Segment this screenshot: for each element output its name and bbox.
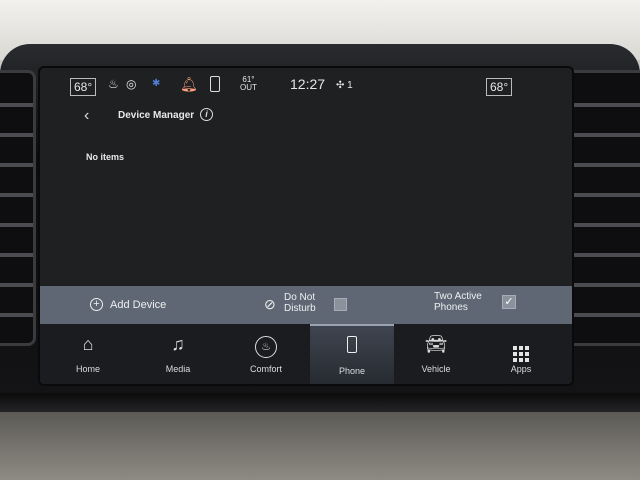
page-header: ‹ Device Manager i — [40, 104, 572, 130]
clock[interactable]: 12:27 — [290, 76, 325, 92]
plus-circle-icon: + — [90, 298, 103, 311]
car-icon: 🚘︎ — [424, 334, 448, 354]
phone-icon — [310, 336, 394, 358]
home-icon: ⌂ — [82, 334, 94, 354]
nav-phone-label: Phone — [338, 366, 366, 376]
back-arrow-icon[interactable]: ‹ — [84, 107, 89, 125]
apps-grid-icon — [485, 334, 557, 362]
infotainment-screen: 68° ♨ ◎ ✱ 🔔︎ 61° OUT 12:27 ✣ 1 68° ‹ Dev… — [38, 66, 574, 386]
do-not-disturb-toggle[interactable]: ⊘ Do Not Disturb — [262, 286, 412, 324]
do-not-disturb-checkbox[interactable] — [334, 298, 347, 311]
bottom-nav: ⌂ Home ♫ Media ♨ Comfort Phone 🚘︎ Vehicl… — [40, 324, 572, 384]
add-device-label: Add Device — [110, 299, 167, 311]
music-note-icon: ♫ — [171, 334, 185, 354]
info-icon[interactable]: i — [200, 108, 213, 121]
fan-speed-indicator[interactable]: ✣ 1 — [336, 80, 353, 91]
nav-media[interactable]: ♫ Media — [142, 324, 214, 384]
outside-temp-label: OUT — [240, 83, 257, 92]
right-air-vent — [566, 70, 640, 346]
nav-phone[interactable]: Phone — [310, 324, 394, 384]
empty-list-message: No items — [86, 152, 125, 162]
heated-seat-icon[interactable]: ♨ — [108, 77, 119, 91]
heated-wheel-icon[interactable]: ◎ — [126, 77, 136, 91]
nav-comfort-label: Comfort — [249, 364, 282, 374]
phone-status-icon — [210, 76, 220, 92]
bluetooth-icon: ✱ — [152, 78, 161, 89]
do-not-disturb-label: Do Not Disturb — [284, 292, 316, 314]
nav-comfort[interactable]: ♨ Comfort — [230, 324, 302, 384]
nav-apps-label: Apps — [510, 364, 532, 374]
passenger-temp[interactable]: 68° — [486, 78, 513, 96]
two-active-phones-toggle[interactable]: Two Active Phones ✓ — [432, 286, 562, 324]
do-not-disturb-icon: ⊘ — [264, 296, 276, 312]
nav-media-label: Media — [165, 364, 191, 374]
left-air-vent — [0, 70, 36, 346]
driver-temp[interactable]: 68° — [70, 78, 97, 96]
nav-vehicle[interactable]: 🚘︎ Vehicle — [400, 324, 472, 384]
seat-comfort-icon: ♨ — [230, 334, 302, 358]
page-title: Device Manager — [118, 110, 195, 121]
fan-level: 1 — [347, 80, 353, 91]
device-list: No items — [40, 130, 572, 290]
outside-temp: 61° OUT — [240, 76, 257, 92]
nav-home-label: Home — [75, 364, 100, 374]
two-active-phones-label: Two Active Phones — [434, 291, 482, 313]
add-device-button[interactable]: + Add Device — [88, 286, 228, 324]
notification-bell-icon[interactable]: 🔔︎ — [180, 76, 198, 93]
two-active-phones-checkbox[interactable]: ✓ — [502, 295, 516, 309]
status-bar: 68° ♨ ◎ ✱ 🔔︎ 61° OUT 12:27 ✣ 1 68° — [40, 68, 572, 104]
nav-home[interactable]: ⌂ Home — [52, 324, 124, 384]
nav-apps[interactable]: Apps — [485, 324, 557, 384]
action-bar: + Add Device ⊘ Do Not Disturb Two Active… — [40, 286, 572, 324]
nav-vehicle-label: Vehicle — [421, 364, 451, 374]
dashboard-lower — [0, 412, 640, 480]
